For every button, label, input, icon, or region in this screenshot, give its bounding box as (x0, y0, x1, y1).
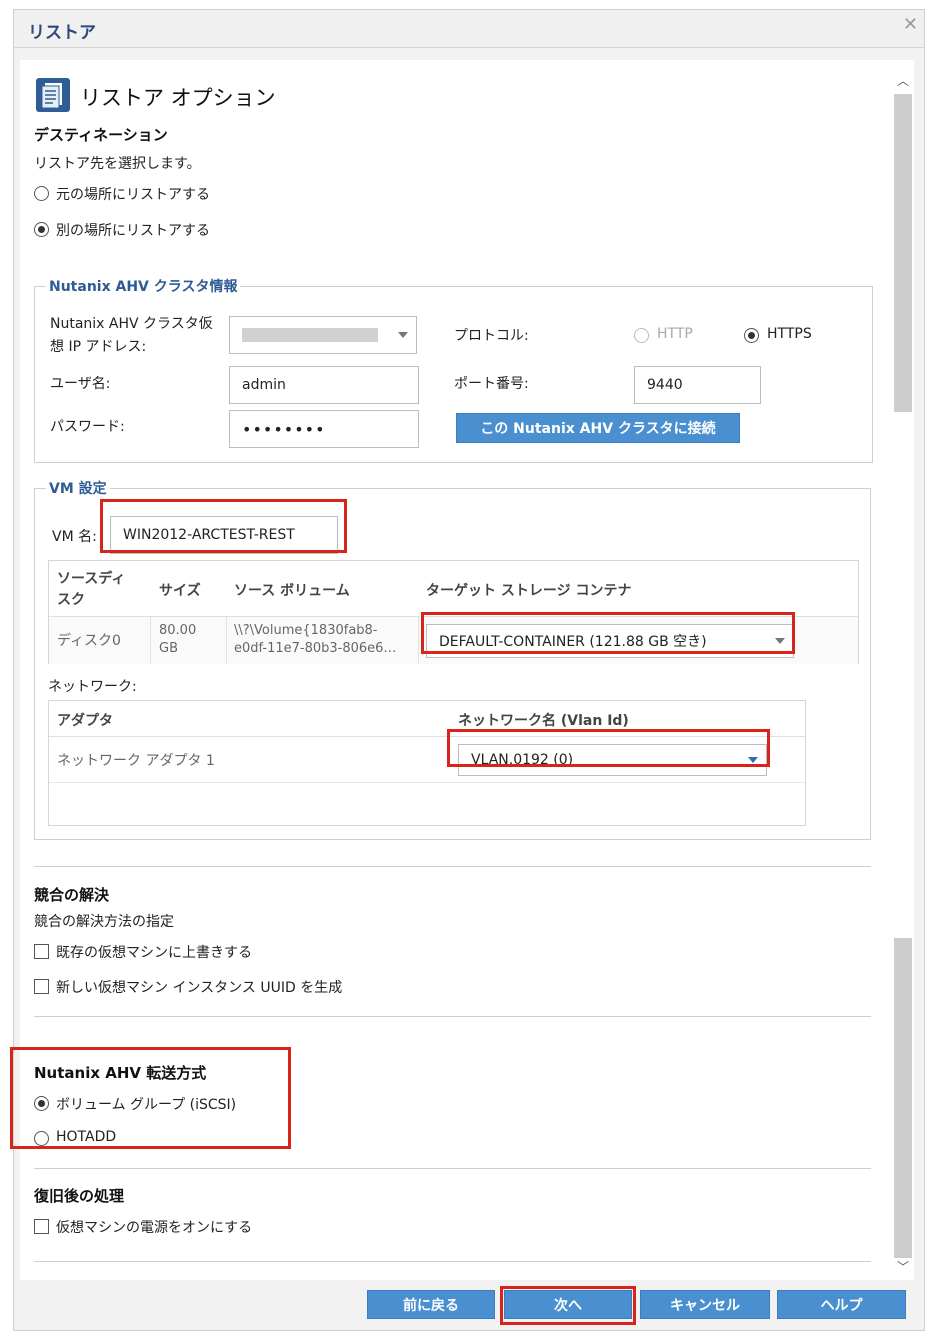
username-value: admin (242, 377, 286, 393)
close-icon[interactable]: ✕ (903, 14, 918, 35)
cell-size-line2: GB (159, 641, 178, 656)
disk-table: ソースディ スク サイズ ソース ボリューム ターゲット ストレージ コンテナ … (48, 560, 859, 664)
destination-heading: デスティネーション (34, 126, 168, 144)
back-button[interactable]: 前に戻る (367, 1290, 495, 1319)
cell-disk: ディスク0 (57, 633, 121, 649)
radio-transport-hotadd[interactable] (34, 1131, 49, 1146)
network-table-header (49, 701, 805, 737)
divider (34, 866, 871, 867)
scroll-up-icon[interactable]: ︿ (893, 72, 913, 90)
cell-size: 80.00 GB (159, 622, 196, 658)
cell-volume-line1: \\?\Volume{1830fab8- (234, 623, 378, 638)
next-button[interactable]: 次へ (504, 1290, 632, 1319)
network-name-select[interactable]: VLAN.0192 (0) (458, 744, 767, 776)
username-label: ユーザ名: (50, 376, 111, 392)
dialog-content: ︿ ﹀ リストア オプション デスティネーション リストア先を選択します。 元の… (20, 60, 914, 1280)
password-label: パスワード: (50, 419, 125, 435)
divider (34, 1261, 871, 1262)
conflict-description: 競合の解決方法の指定 (34, 914, 174, 930)
scroll-thumb-lower[interactable] (894, 938, 912, 1258)
vm-settings-legend: VM 設定 (46, 478, 110, 498)
radio-transport-hotadd-label[interactable]: HOTADD (56, 1129, 116, 1145)
cell-size-line1: 80.00 (159, 623, 197, 638)
divider (34, 1016, 871, 1017)
cluster-ip-select[interactable]: 192.168.55.176 (229, 316, 417, 354)
radio-protocol-https-label[interactable]: HTTPS (767, 326, 812, 342)
cluster-info-legend: Nutanix AHV クラスタ情報 (46, 276, 241, 296)
checkbox-power-on[interactable] (34, 1219, 49, 1234)
port-label: ポート番号: (454, 376, 529, 392)
target-container-value: DEFAULT-CONTAINER (121.88 GB 空き) (439, 634, 707, 650)
network-name-value: VLAN.0192 (0) (471, 752, 574, 768)
divider (34, 1168, 871, 1169)
cell-adapter: ネットワーク アダプタ 1 (57, 753, 215, 769)
cluster-ip-label-line2: 想 IP アドレス: (50, 339, 147, 355)
vertical-scrollbar[interactable]: ︿ ﹀ (893, 72, 913, 1276)
help-button[interactable]: ヘルプ (777, 1290, 906, 1319)
header-size: サイズ (159, 583, 201, 599)
cluster-ip-label-line1: Nutanix AHV クラスタ仮 (50, 316, 213, 332)
vm-name-value: WIN2012-ARCTEST-REST (123, 527, 295, 543)
port-value: 9440 (647, 377, 683, 393)
chevron-down-icon (748, 757, 758, 763)
cluster-ip-value: 192.168.55.176 (242, 328, 378, 342)
radio-restore-alternate[interactable] (34, 222, 49, 237)
header-source-disk-line1: ソースディ (57, 571, 126, 587)
document-icon (34, 76, 72, 114)
header-target-container: ターゲット ストレージ コンテナ (426, 583, 632, 599)
checkbox-generate-uuid[interactable] (34, 979, 49, 994)
checkbox-overwrite-vm-label[interactable]: 既存の仮想マシンに上書きする (56, 942, 252, 962)
header-source-disk: ソースディ スク (57, 569, 125, 611)
header-source-volume: ソース ボリューム (234, 583, 350, 599)
header-network-name: ネットワーク名 (Vlan Id) (458, 713, 629, 729)
connect-cluster-button[interactable]: この Nutanix AHV クラスタに接続 (456, 413, 740, 443)
chevron-down-icon (398, 332, 408, 338)
transport-heading: Nutanix AHV 転送方式 (34, 1064, 207, 1082)
network-table: アダプタ ネットワーク名 (Vlan Id) ネットワーク アダプタ 1 VLA… (48, 700, 806, 826)
scroll-thumb[interactable] (894, 94, 912, 412)
checkbox-generate-uuid-label[interactable]: 新しい仮想マシン インスタンス UUID を生成 (56, 977, 342, 997)
cell-volume: \\?\Volume{1830fab8- e0df-11e7-80b3-806e… (234, 622, 396, 658)
header-adapter: アダプタ (57, 713, 113, 729)
radio-protocol-https[interactable] (744, 328, 759, 343)
vm-name-label: VM 名: (52, 529, 97, 545)
cancel-button[interactable]: キャンセル (640, 1290, 770, 1319)
destination-description: リストア先を選択します。 (34, 156, 201, 172)
radio-protocol-http[interactable] (634, 328, 649, 343)
port-input[interactable]: 9440 (634, 366, 761, 404)
checkbox-power-on-label[interactable]: 仮想マシンの電源をオンにする (56, 1217, 252, 1237)
network-label: ネットワーク: (48, 679, 137, 695)
post-recovery-heading: 復旧後の処理 (34, 1187, 125, 1205)
target-container-select[interactable]: DEFAULT-CONTAINER (121.88 GB 空き) (426, 624, 794, 658)
radio-transport-iscsi[interactable] (34, 1096, 49, 1111)
protocol-label: プロトコル: (454, 328, 529, 344)
scroll-down-icon[interactable]: ﹀ (893, 1258, 913, 1276)
radio-restore-original-label[interactable]: 元の場所にリストアする (56, 184, 210, 204)
cell-volume-line2: e0df-11e7-80b3-806e6… (234, 641, 397, 656)
radio-restore-alternate-label[interactable]: 別の場所にリストアする (56, 220, 210, 240)
conflict-heading: 競合の解決 (34, 886, 110, 904)
restore-dialog: リストア ✕ ︿ ﹀ リストア オプション デスティネーション リストア先を選択… (13, 9, 925, 1331)
dialog-title: リストア (28, 23, 96, 43)
password-input[interactable]: •••••••• (229, 410, 419, 448)
radio-protocol-http-label[interactable]: HTTP (657, 326, 693, 342)
chevron-down-icon (775, 638, 785, 644)
vm-name-input[interactable]: WIN2012-ARCTEST-REST (110, 516, 338, 554)
dialog-titlebar: リストア ✕ (14, 10, 924, 48)
page-title: リストア オプション (80, 86, 276, 110)
header-source-disk-line2: スク (57, 592, 85, 608)
password-value: •••••••• (242, 419, 326, 439)
radio-restore-original[interactable] (34, 186, 49, 201)
radio-transport-iscsi-label[interactable]: ボリューム グループ (iSCSI) (56, 1094, 236, 1114)
checkbox-overwrite-vm[interactable] (34, 944, 49, 959)
username-input[interactable]: admin (229, 366, 419, 404)
